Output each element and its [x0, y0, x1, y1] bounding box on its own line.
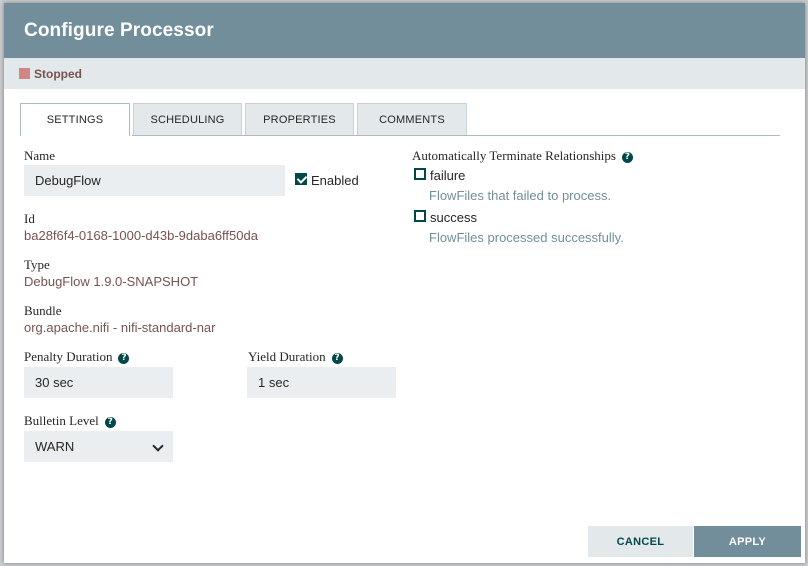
status-bar: Stopped — [4, 58, 805, 89]
cancel-button[interactable]: CANCEL — [588, 526, 693, 557]
dialog-header: Configure Processor — [4, 3, 805, 58]
bulletin-level-select[interactable]: WARN — [24, 431, 173, 462]
relationships-title-text: Automatically Terminate Relationships — [412, 148, 616, 163]
status-text: Stopped — [34, 66, 82, 81]
yield-duration-input[interactable]: 1 sec — [247, 367, 396, 398]
penalty-duration-input[interactable]: 30 sec — [24, 367, 173, 398]
stopped-square-icon — [19, 68, 30, 79]
tab-scheduling[interactable]: SCHEDULING — [133, 103, 242, 135]
tab-properties[interactable]: PROPERTIES — [245, 103, 354, 135]
bulletin-level-value: WARN — [35, 439, 75, 454]
penalty-duration-label: Penalty Duration? — [24, 349, 130, 365]
failure-checkbox-icon[interactable] — [414, 168, 426, 180]
help-icon[interactable]: ? — [104, 416, 116, 428]
success-description: FlowFiles processed successfully. — [429, 230, 624, 245]
dialog-title: Configure Processor — [24, 19, 214, 41]
penalty-duration-label-text: Penalty Duration — [24, 349, 113, 364]
id-value: ba28f6f4-0168-1000-d43b-9daba6ff50da — [24, 228, 258, 243]
help-icon[interactable]: ? — [118, 352, 130, 364]
tab-divider — [20, 135, 780, 136]
failure-description: FlowFiles that failed to process. — [429, 188, 612, 203]
bulletin-level-label-text: Bulletin Level — [24, 413, 99, 428]
bulletin-level-label: Bulletin Level? — [24, 413, 116, 429]
type-value: DebugFlow 1.9.0-SNAPSHOT — [24, 274, 199, 289]
enabled-checkbox-icon[interactable] — [295, 173, 307, 185]
yield-duration-label-text: Yield Duration — [248, 349, 326, 364]
help-icon[interactable]: ? — [621, 151, 633, 163]
tab-comments[interactable]: COMMENTS — [357, 103, 467, 135]
success-checkbox-icon[interactable] — [414, 210, 426, 222]
id-label: Id — [24, 211, 35, 226]
success-label: success — [430, 210, 477, 225]
yield-duration-label: Yield Duration? — [248, 349, 343, 365]
failure-label: failure — [430, 168, 466, 183]
tab-bar: SETTINGS SCHEDULING PROPERTIES COMMENTS — [20, 103, 470, 136]
apply-button[interactable]: APPLY — [694, 526, 801, 557]
bundle-label: Bundle — [24, 303, 62, 318]
help-icon[interactable]: ? — [331, 352, 343, 364]
chevron-down-icon — [152, 440, 164, 452]
name-input[interactable]: DebugFlow — [24, 165, 285, 196]
enabled-label: Enabled — [311, 173, 359, 188]
name-label: Name — [24, 148, 56, 163]
relationships-title: Automatically Terminate Relationships? — [412, 148, 633, 164]
tab-settings[interactable]: SETTINGS — [20, 103, 130, 136]
type-label: Type — [24, 257, 50, 272]
bundle-value: org.apache.nifi - nifi-standard-nar — [24, 320, 216, 335]
